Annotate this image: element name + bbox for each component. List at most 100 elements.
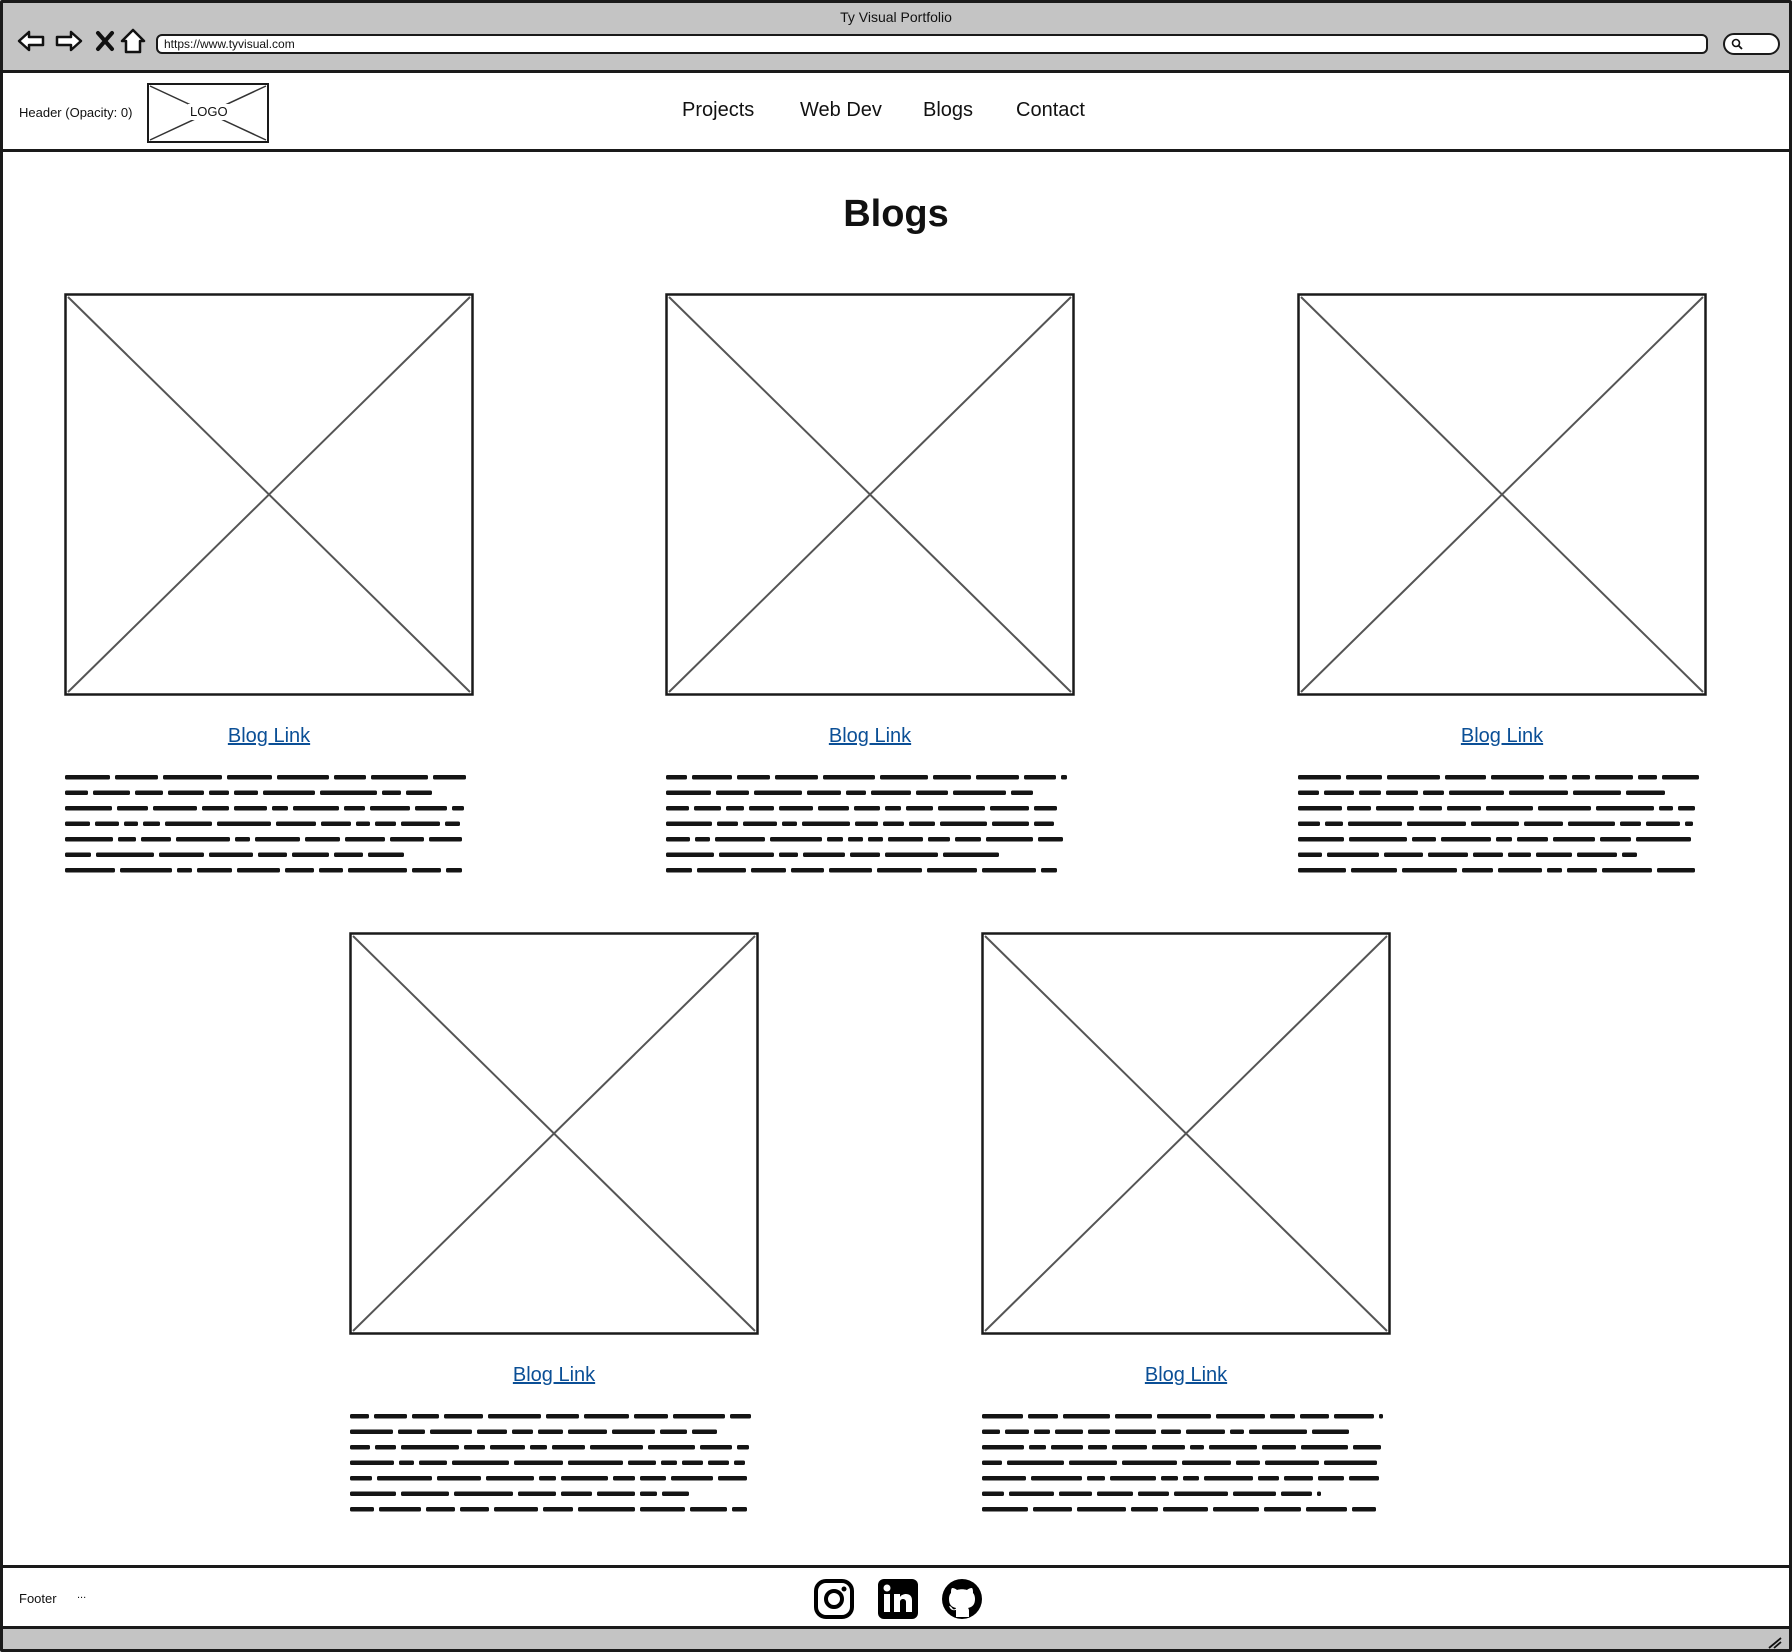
scribble-word (1122, 1460, 1177, 1465)
scribble-word (255, 837, 300, 842)
scribble-word (1213, 1507, 1259, 1512)
blog-description-placeholder (65, 775, 466, 873)
blog-link[interactable]: Blog Link (981, 1364, 1391, 1387)
footer-ellipsis: ... (77, 1589, 87, 1601)
scribble-word (880, 775, 928, 780)
scribble-word (1041, 868, 1057, 873)
scribble-word (943, 852, 999, 857)
scribble-word (823, 775, 875, 780)
scribble-word (692, 1429, 717, 1434)
scribble-word (1088, 1445, 1107, 1450)
scribble-word (1281, 1491, 1312, 1496)
scribble-word (350, 1476, 372, 1481)
scribble-word (263, 790, 315, 795)
scribble-word (1387, 775, 1440, 780)
scribble-word (454, 1491, 513, 1496)
scribble-word (726, 806, 744, 811)
scribble-word (829, 868, 872, 873)
scribble-word (305, 837, 340, 842)
scribble-word (1349, 837, 1407, 842)
scribble-word (1061, 775, 1067, 780)
blog-image-placeholder[interactable] (64, 293, 474, 696)
site-footer: Footer ... (3, 1565, 1789, 1629)
scribble-word (1622, 852, 1637, 857)
scribble-word (93, 790, 130, 795)
scribble-word (1055, 1429, 1083, 1434)
scribble-word (1298, 837, 1344, 842)
blog-image-placeholder[interactable] (665, 293, 1075, 696)
blog-link[interactable]: Blog Link (1297, 725, 1707, 748)
blog-link[interactable]: Blog Link (64, 725, 474, 748)
logo[interactable]: LOGO (147, 83, 269, 143)
scribble-word (446, 868, 462, 873)
scribble-word (708, 1460, 729, 1465)
scribble-word (661, 1460, 677, 1465)
blog-link[interactable]: Blog Link (349, 1364, 759, 1387)
scribble-word (802, 821, 850, 826)
browser-search-field[interactable] (1723, 33, 1780, 55)
browser-window: Ty Visual Portfolio https://www.tyvisual… (0, 0, 1792, 1652)
forward-button[interactable] (53, 25, 85, 57)
nav-contact[interactable]: Contact (1016, 99, 1085, 122)
scribble-word (1547, 868, 1562, 873)
scribble-word (460, 1507, 489, 1512)
url-bar[interactable]: https://www.tyvisual.com (156, 34, 1708, 54)
scribble-word (419, 1460, 447, 1465)
scribble-word (234, 790, 258, 795)
scribble-word (1318, 1476, 1344, 1481)
blog-image-placeholder[interactable] (349, 932, 759, 1335)
scribble-word (1638, 775, 1657, 780)
scribble-word (1270, 1414, 1295, 1419)
home-icon (120, 28, 146, 54)
scribble-word (1462, 868, 1493, 873)
scribble-word (1324, 790, 1354, 795)
nav-projects[interactable]: Projects (682, 99, 754, 122)
scribble-word (1312, 1429, 1349, 1434)
scribble-word (1097, 1491, 1133, 1496)
scribble-word (1646, 821, 1680, 826)
scribble-word (1334, 1414, 1374, 1419)
scribble-word (1115, 1414, 1152, 1419)
scribble-word (377, 1476, 432, 1481)
scribble-word (546, 1414, 579, 1419)
scribble-word (568, 1460, 623, 1465)
blog-image-placeholder[interactable] (981, 932, 1391, 1335)
blog-image-placeholder[interactable] (1297, 293, 1707, 696)
scribble-word (751, 868, 786, 873)
linkedin-link[interactable] (877, 1578, 919, 1620)
scribble-word (1349, 1476, 1379, 1481)
scribble-word (1412, 837, 1436, 842)
scribble-word (490, 1445, 525, 1450)
scribble-word (1306, 1507, 1347, 1512)
scribble-word (734, 1460, 745, 1465)
scribble-word (276, 821, 316, 826)
resize-grip-icon[interactable] (1767, 1635, 1783, 1649)
scribble-word (749, 806, 774, 811)
scribble-word (1600, 837, 1631, 842)
blog-link[interactable]: Blog Link (665, 725, 1075, 748)
scribble-word (1262, 1445, 1296, 1450)
scribble-word (775, 775, 818, 780)
scribble-word (350, 1491, 396, 1496)
scribble-word (272, 806, 288, 811)
scribble-word (426, 1507, 455, 1512)
scribble-word (1069, 1460, 1117, 1465)
scribble-word (871, 790, 911, 795)
image-placeholder-icon (64, 293, 474, 696)
scribble-word (429, 837, 462, 842)
scribble-word (168, 790, 204, 795)
nav-blogs[interactable]: Blogs (923, 99, 973, 122)
instagram-link[interactable] (813, 1578, 855, 1620)
scribble-word (854, 806, 880, 811)
logo-text: LOGO (188, 104, 230, 120)
scribble-word (1024, 775, 1056, 780)
scribble-word (1077, 1507, 1126, 1512)
github-link[interactable] (941, 1578, 983, 1620)
back-button[interactable] (15, 25, 47, 57)
home-button[interactable] (117, 25, 149, 57)
scribble-word (319, 868, 343, 873)
scribble-word (350, 1460, 394, 1465)
scribble-word (940, 821, 987, 826)
nav-web-dev[interactable]: Web Dev (800, 99, 882, 122)
scribble-word (1007, 1460, 1064, 1465)
